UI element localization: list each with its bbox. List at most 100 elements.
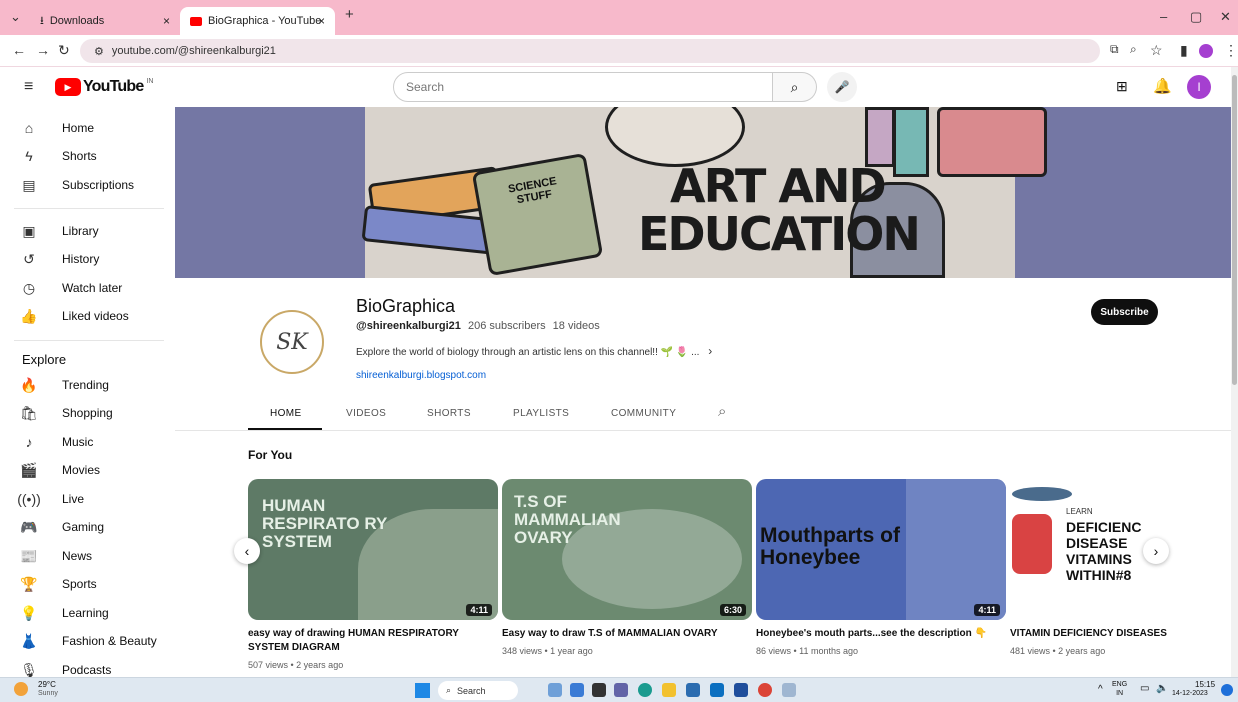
tab-biographica[interactable]: BioGraphica - YouTube ×: [180, 7, 335, 35]
weather-icon[interactable]: [14, 682, 28, 696]
app-icon[interactable]: [570, 683, 584, 697]
video-title[interactable]: Honeybee's mouth parts...see the descrip…: [756, 627, 1001, 641]
windows-start-icon[interactable]: [415, 683, 430, 698]
sidebar-item-fashion-beauty[interactable]: 👗 Fashion & Beauty: [20, 627, 157, 655]
sidebar-item-live[interactable]: ((•)) Live: [17, 485, 85, 513]
sidebar-item-home[interactable]: ⌂ Home: [20, 114, 94, 142]
back-icon[interactable]: ←: [12, 42, 26, 58]
sidebar-item-movies[interactable]: 🎬 Movies: [20, 456, 100, 484]
create-icon[interactable]: ⊞: [1116, 78, 1128, 95]
maximize-icon[interactable]: ▢: [1190, 9, 1202, 25]
shopping-icon: 🛍: [20, 404, 38, 421]
channel-link[interactable]: shireenkalburgi.blogspot.com: [356, 370, 486, 381]
file-explorer-icon[interactable]: [662, 683, 676, 697]
youtube-logo[interactable]: ▶ YouTube IN: [55, 78, 153, 96]
copilot-icon[interactable]: [548, 683, 562, 697]
mail-icon[interactable]: [710, 683, 724, 697]
sidebar-item-label: Sports: [62, 577, 97, 591]
new-tab-icon[interactable]: +: [345, 6, 354, 23]
sidebar-item-library[interactable]: ▣ Library: [20, 217, 98, 245]
channel-description[interactable]: Explore the world of biology through an …: [356, 344, 712, 358]
lang-secondary: IN: [1116, 690, 1124, 697]
subscriber-count: 206 subscribers: [467, 320, 546, 332]
channel-search-icon[interactable]: ⌕: [718, 403, 726, 420]
voice-search-button[interactable]: 🎤: [827, 72, 857, 102]
sidebar-item-subscriptions[interactable]: ▤ Subscriptions: [20, 171, 134, 199]
divider: [14, 340, 164, 341]
carousel-prev-button[interactable]: ‹: [234, 538, 260, 564]
sidebar-item-liked-videos[interactable]: 👍 Liked videos: [20, 302, 128, 330]
sidebar-item-label: Fashion & Beauty: [62, 634, 157, 648]
notification-badge[interactable]: [1221, 684, 1233, 696]
search-input[interactable]: Search: [393, 72, 773, 102]
bookmark-star-icon[interactable]: ☆: [1150, 42, 1163, 59]
teams-icon[interactable]: [614, 683, 628, 697]
menu-icon[interactable]: ⋮: [1224, 42, 1238, 59]
edge-icon[interactable]: [638, 683, 652, 697]
subscribe-button[interactable]: Subscribe: [1091, 299, 1158, 325]
tray-chevron-icon[interactable]: ^: [1098, 684, 1103, 695]
sidebar-item-news[interactable]: 📰 News: [20, 542, 92, 570]
carousel-next-button[interactable]: ›: [1143, 538, 1169, 564]
sidebar-item-learning[interactable]: 💡 Learning: [20, 599, 108, 627]
search-button[interactable]: ⌕: [773, 72, 817, 102]
sidebar-item-watch-later[interactable]: ◷ Watch later: [20, 274, 122, 302]
tab-videos[interactable]: VIDEOS: [346, 408, 386, 419]
sidebar-item-gaming[interactable]: 🎮 Gaming: [20, 513, 104, 541]
sidebar-item-label: Podcasts: [62, 663, 112, 677]
zoom-icon[interactable]: ⌕: [1130, 42, 1137, 57]
avatar-initials: SK: [276, 329, 308, 355]
video-title[interactable]: Easy way to draw T.S of MAMMALIAN OVARY: [502, 627, 747, 641]
task-view-icon[interactable]: [592, 683, 606, 697]
video-thumbnail[interactable]: Mouthparts of Honeybee 4:11: [756, 479, 1006, 620]
video-title[interactable]: easy way of drawing HUMAN RESPIRATORY SY…: [248, 627, 493, 655]
tab-list-icon[interactable]: ⌄: [10, 9, 21, 25]
video-title[interactable]: VITAMIN DEFICIENCY DISEASES: [1010, 627, 1230, 641]
home-icon: ⌂: [24, 120, 34, 136]
search-placeholder: Search: [406, 80, 445, 94]
app-icon[interactable]: [734, 683, 748, 697]
chrome-icon[interactable]: [758, 683, 772, 697]
sidebar-item-history[interactable]: ↺ History: [20, 245, 99, 273]
sidebar-item-label: Live: [62, 492, 85, 506]
close-window-icon[interactable]: ✕: [1220, 9, 1231, 25]
network-icon[interactable]: ▭: [1140, 683, 1149, 694]
volume-icon[interactable]: 🔈: [1156, 683, 1168, 694]
language-indicator[interactable]: ENG IN: [1112, 680, 1127, 698]
scrollbar[interactable]: [1231, 67, 1238, 677]
sidebar-item-shopping[interactable]: 🛍 Shopping: [20, 399, 113, 427]
clock-date[interactable]: 14-12-2023: [1172, 690, 1208, 697]
sidebar-item-shorts[interactable]: ϟ Shorts: [20, 142, 96, 170]
minimize-icon[interactable]: –: [1160, 9, 1167, 24]
store-icon[interactable]: [686, 683, 700, 697]
tab-community[interactable]: COMMUNITY: [611, 408, 676, 419]
tab-playlists[interactable]: PLAYLISTS: [513, 408, 569, 419]
forward-icon[interactable]: →: [36, 42, 50, 58]
notifications-icon[interactable]: 🔔: [1153, 77, 1172, 95]
tab-downloads[interactable]: ⭳ Downloads ×: [30, 7, 180, 35]
close-icon[interactable]: ×: [318, 14, 325, 28]
video-thumbnail[interactable]: HUMAN RESPIRATO RY SYSTEM 4:11: [248, 479, 498, 620]
taskbar-search[interactable]: ⌕ Search: [438, 681, 518, 700]
hamburger-icon[interactable]: ≡: [24, 78, 33, 96]
tab-home[interactable]: HOME: [270, 408, 302, 419]
chevron-right-icon[interactable]: ›: [708, 344, 712, 358]
url-field[interactable]: ⚙ youtube.com/@shireenkalburgi21: [80, 39, 1100, 63]
reload-icon[interactable]: ↻: [58, 42, 70, 59]
sidebar-icon[interactable]: ▮: [1180, 42, 1188, 59]
close-icon[interactable]: ×: [163, 14, 170, 28]
avatar[interactable]: I: [1187, 75, 1211, 99]
video-thumbnail[interactable]: T.S OF MAMMALIAN OVARY 6:30: [502, 479, 752, 620]
sidebar-item-podcasts[interactable]: 🎙 Podcasts: [20, 656, 112, 678]
sidebar-item-trending[interactable]: 🔥 Trending: [20, 371, 109, 399]
scrollbar-thumb[interactable]: [1232, 75, 1237, 385]
clock-time[interactable]: 15:15: [1195, 680, 1215, 689]
app-icon[interactable]: [782, 683, 796, 697]
sidebar-item-music[interactable]: ♪ Music: [20, 428, 94, 456]
tab-shorts[interactable]: SHORTS: [427, 408, 471, 419]
site-info-icon[interactable]: ⚙: [94, 45, 104, 58]
sidebar-item-sports[interactable]: 🏆 Sports: [20, 570, 97, 598]
cast-icon[interactable]: ⧉: [1110, 42, 1119, 57]
profile-icon[interactable]: [1199, 44, 1213, 58]
music-icon: ♪: [25, 434, 33, 450]
